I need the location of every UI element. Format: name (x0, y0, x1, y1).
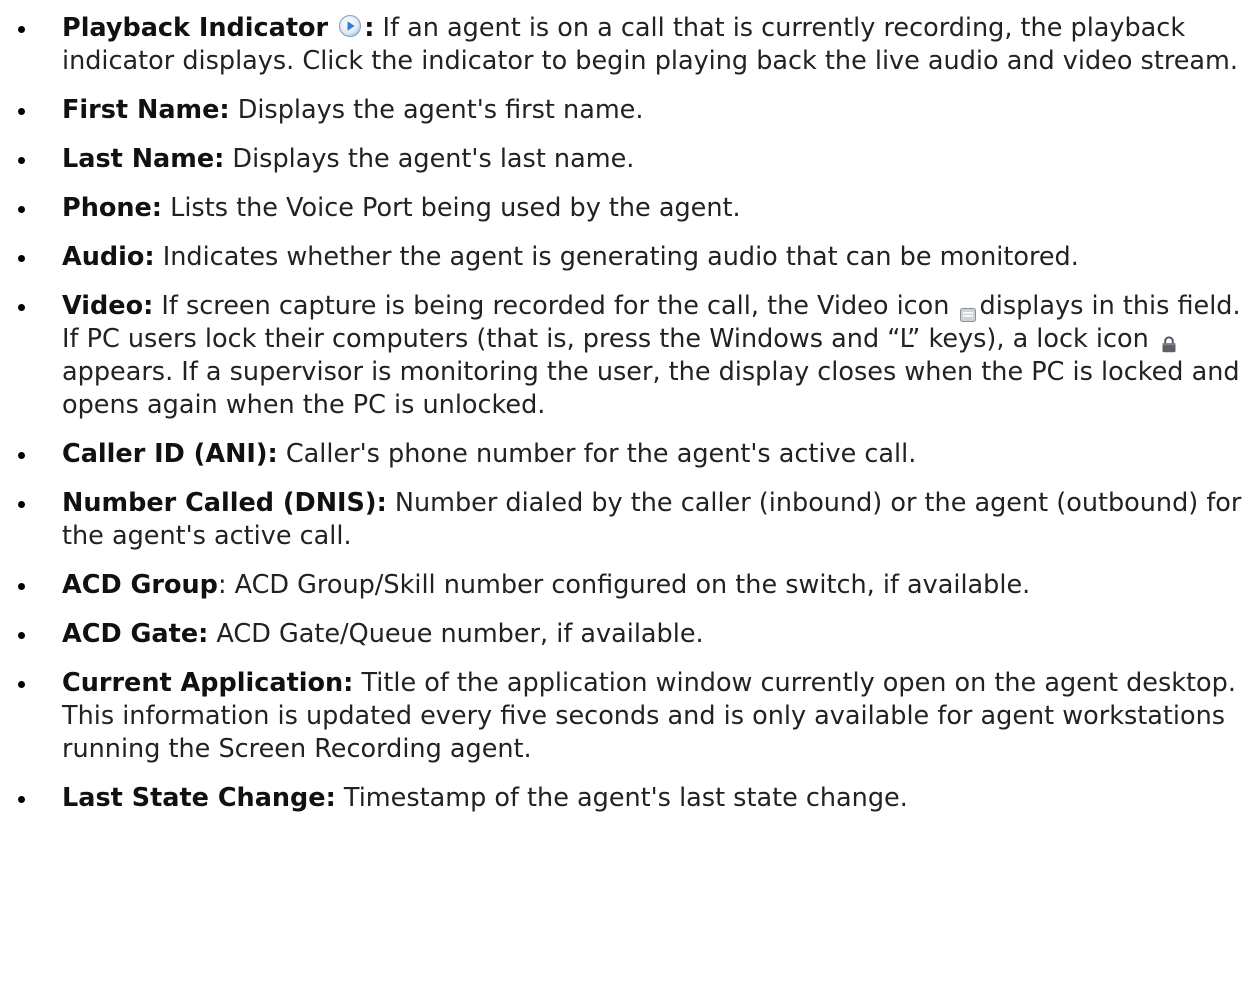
list-item-playback-indicator: Playback Indicator : If an agent is on a… (0, 12, 1252, 78)
description-text: Caller's phone number for the agent's ac… (277, 439, 917, 469)
list-item-acd-group: ACD Group: ACD Group/Skill number config… (0, 569, 1252, 602)
description-text: appears. If a supervisor is monitoring t… (62, 357, 1240, 420)
description-text: If screen capture is being recorded for … (153, 291, 958, 321)
description-text: Indicates whether the agent is generatin… (154, 242, 1079, 272)
list-item-phone: Phone: Lists the Voice Port being used b… (0, 192, 1252, 225)
list-item-acd-gate: ACD Gate: ACD Gate/Queue number, if avai… (0, 618, 1252, 651)
list-item-last-name: Last Name: Displays the agent's last nam… (0, 143, 1252, 176)
term-label: Current Application: (62, 668, 354, 698)
description-text: Lists the Voice Port being used by the a… (162, 193, 741, 223)
list-item-video: Video: If screen capture is being record… (0, 290, 1252, 422)
play-circle-icon (338, 14, 362, 38)
lock-icon (1161, 329, 1177, 352)
term-label: Number Called (DNIS): (62, 488, 387, 518)
description-text: Displays the agent's first name. (229, 95, 644, 125)
term-label: Caller ID (ANI): (62, 439, 278, 469)
term-label: First Name: (62, 95, 230, 125)
term-label: Last State Change: (62, 783, 336, 813)
list-item-last-state-change: Last State Change: Timestamp of the agen… (0, 782, 1252, 815)
term-label: Video: (62, 291, 154, 321)
term-separator: : (364, 13, 375, 43)
term-label: ACD Gate: (62, 619, 209, 649)
term-label: Last Name: (62, 144, 225, 174)
description-text: Displays the agent's last name. (224, 144, 635, 174)
description-text: Timestamp of the agent's last state chan… (335, 783, 908, 813)
list-item-number-called: Number Called (DNIS): Number dialed by t… (0, 487, 1252, 553)
list-item-first-name: First Name: Displays the agent's first n… (0, 94, 1252, 127)
field-definition-list: Playback Indicator : If an agent is on a… (0, 12, 1252, 831)
description-text: ACD Gate/Queue number, if available. (208, 619, 704, 649)
list-item-current-application: Current Application: Title of the applic… (0, 667, 1252, 766)
term-label: Audio: (62, 242, 155, 272)
list-item-caller-id: Caller ID (ANI): Caller's phone number f… (0, 438, 1252, 471)
description-text: : ACD Group/Skill number configured on t… (217, 570, 1031, 600)
list-item-audio: Audio: Indicates whether the agent is ge… (0, 241, 1252, 274)
video-screen-icon (959, 298, 976, 322)
term-label: ACD Group (62, 570, 218, 600)
term-label: Phone: (62, 193, 163, 223)
term-label: Playback Indicator (62, 13, 329, 43)
